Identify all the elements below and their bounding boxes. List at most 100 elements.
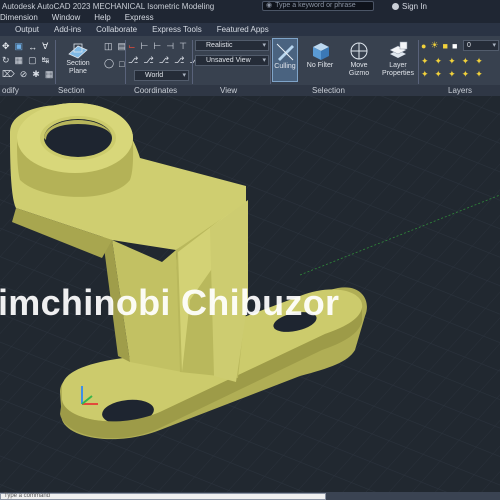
title-bar: Autodesk AutoCAD 2023 MECHANICAL Isometr…: [0, 0, 500, 12]
visual-style-dropdown[interactable]: Realistic: [195, 40, 269, 51]
ucs-icon[interactable]: ⌙: [128, 41, 136, 52]
ribbon-tabs: Output Add-ins Collaborate Express Tools…: [0, 23, 500, 36]
lightbulb-icon[interactable]: ●: [421, 41, 426, 51]
tab-collaborate[interactable]: Collaborate: [89, 25, 145, 34]
command-input[interactable]: Type a command: [0, 493, 326, 500]
layer-state-icons: ● ☀ ■ ■: [421, 40, 457, 51]
ucs-3point-icon[interactable]: ⎇: [174, 55, 184, 66]
ucs-y-icon[interactable]: ⊣: [166, 41, 174, 52]
ucs-origin-icon[interactable]: ⊢: [141, 41, 149, 52]
separator: [270, 40, 271, 84]
tab-output[interactable]: Output: [8, 25, 47, 34]
layer-dropdown[interactable]: 0: [463, 40, 499, 51]
erase-icon[interactable]: ⊘: [20, 69, 28, 80]
saved-view-dropdown[interactable]: Unsaved View: [195, 55, 269, 66]
move-gizmo-icon: [350, 42, 368, 60]
ucs-face-icon[interactable]: ⎇: [159, 55, 169, 66]
generate-section-icon[interactable]: ◯: [104, 58, 114, 69]
menu-help[interactable]: Help: [94, 13, 110, 22]
layer-match-icon[interactable]: ✦: [421, 56, 429, 67]
culling-label: Culling: [274, 63, 296, 70]
ribbon-panel-labels: odify Section Coordinates View Selection…: [0, 85, 500, 96]
culling-icon: [276, 43, 294, 61]
section-plane-label: Section Plane: [66, 60, 90, 75]
panel-modify[interactable]: odify: [2, 86, 19, 95]
panel-section[interactable]: Section: [58, 86, 85, 95]
color-swatch-icon[interactable]: ■: [452, 41, 457, 51]
separator: [192, 40, 193, 84]
modify-tools-row-3: ⌦ ⊘ ✱ ▦: [2, 69, 53, 80]
layer-properties-icon: [389, 41, 408, 58]
copy-icon[interactable]: ▣: [15, 41, 24, 52]
layer-previous-icon[interactable]: ✦: [435, 56, 443, 67]
drawing-viewport[interactable]: imchinobi Chibuzor: [0, 96, 500, 492]
coordinates-row-1: ⌙ ⊢ ⊢ ⊣ ⊤: [128, 41, 187, 52]
fillet-icon[interactable]: ⌦: [2, 69, 15, 80]
ucs-object-icon[interactable]: ⎇: [143, 55, 153, 66]
layer-on-icon[interactable]: ✦: [421, 69, 429, 80]
align-icon[interactable]: ∀: [42, 41, 48, 52]
layer-walk-icon[interactable]: ✦: [475, 69, 483, 80]
section-tools-2: ◯ □: [104, 58, 125, 69]
stretch-icon[interactable]: ↹: [42, 55, 50, 66]
move-gizmo-label: Move Gizmo: [348, 62, 370, 77]
layer-properties-label: Layer Properties: [382, 62, 414, 77]
layer-isolate-icon[interactable]: ✦: [448, 56, 456, 67]
layer-freeze-icon[interactable]: ✦: [462, 56, 470, 67]
section-tools: ◫ ▤: [104, 41, 126, 52]
separator: [125, 40, 126, 84]
live-section-icon[interactable]: ◫: [104, 41, 113, 52]
window-title: Autodesk AutoCAD 2023 MECHANICAL Isometr…: [2, 1, 215, 11]
layer-lock-icon[interactable]: ✦: [448, 69, 456, 80]
saved-view-value: Unsaved View: [206, 57, 251, 64]
watermark-text: imchinobi Chibuzor: [0, 282, 340, 323]
modify-tools-row-1: ✥ ▣ ↔ ∀: [2, 41, 48, 52]
explode-icon[interactable]: ✱: [32, 69, 40, 80]
layer-properties-button[interactable]: Layer Properties: [380, 40, 416, 78]
mirror-icon[interactable]: ↔: [28, 42, 37, 52]
rotate-icon[interactable]: ↻: [2, 55, 10, 66]
sun-icon[interactable]: ☀: [430, 40, 438, 51]
section-extract-icon[interactable]: □: [119, 59, 124, 69]
layer-thaw-icon[interactable]: ✦: [435, 69, 443, 80]
layer-off-icon[interactable]: ✦: [475, 56, 483, 67]
separator: [418, 40, 419, 84]
panel-coordinates[interactable]: Coordinates: [134, 86, 177, 95]
no-filter-label: No Filter: [306, 62, 334, 69]
culling-button[interactable]: Culling: [272, 38, 298, 82]
search-input[interactable]: ◉ Type a keyword or phrase: [262, 1, 374, 11]
sign-in-label: Sign In: [402, 1, 427, 11]
menu-dimension[interactable]: Dimension: [0, 13, 38, 22]
move-icon[interactable]: ✥: [2, 41, 10, 52]
command-placeholder: Type a command: [4, 493, 51, 499]
layer-unlock-icon[interactable]: ✦: [462, 69, 470, 80]
lock-icon[interactable]: ■: [443, 41, 448, 51]
move-gizmo-button[interactable]: Move Gizmo: [342, 40, 376, 78]
coordinates-dropdown[interactable]: World: [134, 70, 189, 81]
panel-layers[interactable]: Layers: [448, 86, 472, 95]
coordinates-row-2: ⎇ ⎇ ⎇ ⎇ ⎇: [128, 55, 200, 66]
ucs-view-icon[interactable]: ⎇: [128, 55, 138, 66]
coordinates-value: World: [145, 72, 164, 79]
layer-tools-row-1: ✦ ✦ ✦ ✦ ✦: [421, 56, 483, 67]
tab-add-ins[interactable]: Add-ins: [47, 25, 89, 34]
ucs-icon: [76, 376, 104, 410]
no-filter-button[interactable]: No Filter: [304, 40, 336, 70]
cube-filter-icon: [313, 43, 329, 60]
sign-in-button[interactable]: Sign In: [392, 2, 427, 11]
offset-icon[interactable]: ▦: [45, 69, 54, 80]
tab-featured-apps[interactable]: Featured Apps: [210, 25, 277, 34]
panel-selection[interactable]: Selection: [312, 86, 345, 95]
visual-style-value: Realistic: [206, 42, 233, 49]
menu-express[interactable]: Express: [125, 13, 154, 22]
tab-express-tools[interactable]: Express Tools: [145, 25, 210, 34]
scale-icon[interactable]: ▢: [28, 55, 37, 66]
ucs-z-icon[interactable]: ⊤: [179, 41, 187, 52]
menu-window[interactable]: Window: [52, 13, 80, 22]
layer-tools-row-2: ✦ ✦ ✦ ✦ ✦: [421, 69, 483, 80]
panel-view[interactable]: View: [220, 86, 237, 95]
ucs-x-icon[interactable]: ⊢: [153, 41, 161, 52]
modify-tools-row-2: ↻ ▦ ▢ ↹: [2, 55, 49, 66]
section-plane-button[interactable]: Section Plane: [62, 40, 94, 76]
array-icon[interactable]: ▦: [15, 55, 24, 66]
